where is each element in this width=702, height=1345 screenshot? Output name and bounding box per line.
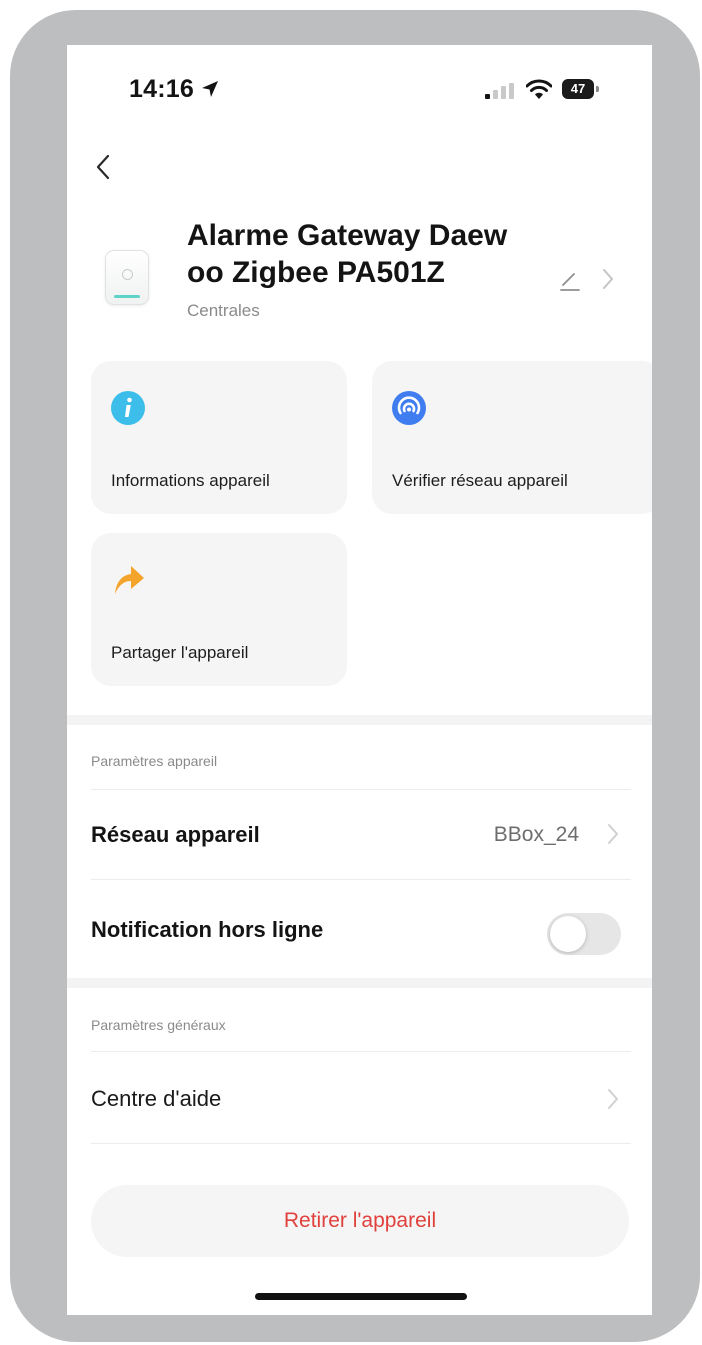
location-arrow-icon	[202, 81, 218, 97]
device-category: Centrales	[187, 301, 260, 320]
info-icon	[111, 391, 145, 425]
cellular-signal-icon	[485, 83, 514, 99]
check-network-label: Vérifier réseau appareil	[392, 471, 568, 490]
section-separator	[67, 715, 652, 725]
edit-pencil-icon[interactable]	[559, 270, 581, 292]
offline-notification-toggle[interactable]	[547, 913, 621, 955]
section-separator	[67, 978, 652, 988]
general-settings-title: Paramètres généraux	[91, 1017, 226, 1033]
help-center-label: Centre d'aide	[91, 1086, 222, 1111]
share-device-label: Partager l'appareil	[111, 643, 249, 662]
share-device-tile[interactable]: Partager l'appareil	[91, 533, 347, 686]
device-detail-chevron-icon[interactable]	[601, 267, 615, 291]
device-name-line1: Alarme Gateway Daew	[187, 219, 508, 252]
device-network-label: Réseau appareil	[91, 822, 260, 847]
phone-screen: 14:16 47 Alarme Gateway Daew oo Zigbee P…	[67, 45, 652, 1315]
status-time: 14:16	[129, 75, 194, 103]
check-network-tile[interactable]: Vérifier réseau appareil	[372, 361, 652, 514]
battery-level: 47	[562, 79, 594, 99]
device-info-label: Informations appareil	[111, 471, 270, 490]
chevron-right-icon	[608, 824, 618, 844]
toggle-knob	[550, 916, 586, 952]
help-center-row[interactable]: Centre d'aide	[67, 1052, 652, 1142]
device-network-row[interactable]: Réseau appareil BBox_24	[67, 790, 652, 878]
device-info-tile[interactable]: Informations appareil	[91, 361, 347, 514]
battery-icon: 47	[562, 79, 600, 99]
device-settings-title: Paramètres appareil	[91, 753, 218, 769]
wifi-icon	[526, 79, 552, 99]
share-icon	[115, 566, 144, 594]
chevron-right-icon	[608, 1089, 618, 1109]
network-icon	[392, 391, 426, 425]
divider	[91, 1143, 631, 1144]
device-name-line2: oo Zigbee PA501Z	[187, 256, 445, 289]
offline-notification-label: Notification hors ligne	[91, 917, 324, 942]
back-chevron-icon[interactable]	[93, 153, 113, 181]
device-network-value: BBox_24	[493, 823, 579, 846]
remove-device-button[interactable]: Retirer l'appareil	[91, 1185, 629, 1257]
device-name[interactable]: Alarme Gateway Daew oo Zigbee PA501Z	[187, 217, 547, 291]
device-thumbnail	[105, 250, 149, 305]
home-indicator	[255, 1293, 467, 1300]
